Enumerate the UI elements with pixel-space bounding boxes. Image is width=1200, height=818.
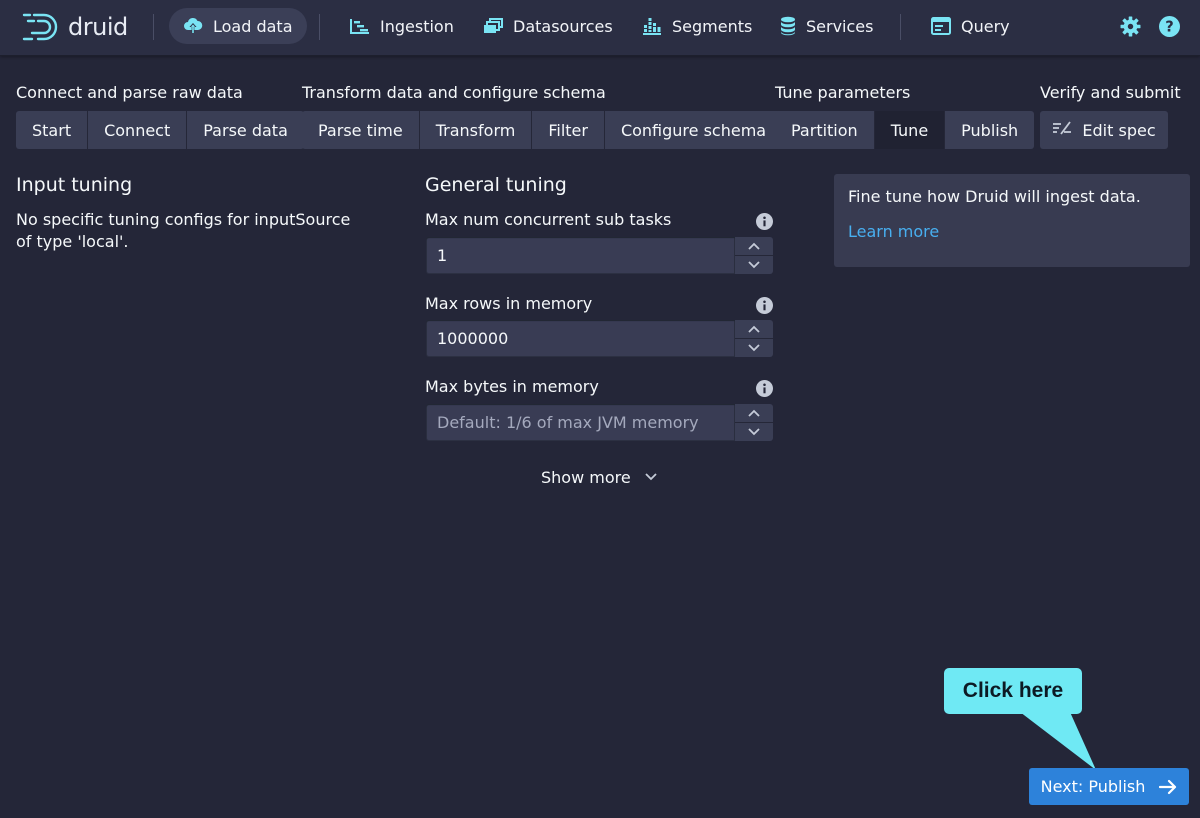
nav-datasources[interactable]: Datasources: [469, 8, 627, 44]
nav-segments-label: Segments: [672, 16, 753, 36]
info-callout: Fine tune how Druid will ingest data. Le…: [834, 174, 1190, 267]
nav-query[interactable]: Query: [917, 8, 1024, 44]
next-publish-button[interactable]: Next: Publish: [1029, 768, 1189, 805]
gear-icon[interactable]: [1120, 16, 1141, 41]
nav-divider: [153, 14, 154, 40]
chevron-up-icon: [748, 325, 760, 333]
gantt-chart-icon: [350, 18, 370, 34]
step-publish-button[interactable]: Publish: [945, 111, 1035, 149]
edit-spec-icon: [1052, 120, 1072, 140]
step-parse-time-button[interactable]: Parse time: [302, 111, 420, 149]
click-here-tooltip: Click here: [944, 668, 1082, 714]
chevron-down-icon: [645, 473, 657, 481]
max-bytes-in-memory-label: Max bytes in memory: [425, 377, 599, 396]
max-rows-in-memory-value[interactable]: 1000000: [426, 320, 735, 357]
step-edit-spec-button[interactable]: Edit spec: [1040, 111, 1168, 149]
multi-select-icon: [483, 18, 503, 34]
decrement-button[interactable]: [735, 423, 773, 441]
cloud-upload-icon: [183, 17, 203, 35]
max-bytes-in-memory-placeholder[interactable]: Default: 1/6 of max JVM memory: [426, 404, 735, 441]
step-parse-data-button[interactable]: Parse data: [187, 111, 304, 149]
step-configure-schema-button[interactable]: Configure schema: [604, 111, 783, 149]
increment-button[interactable]: [735, 320, 773, 339]
callout-text: Fine tune how Druid will ingest data.: [848, 187, 1141, 206]
step-transform-button[interactable]: Transform: [419, 111, 533, 149]
edit-spec-label: Edit spec: [1082, 120, 1156, 140]
step-group-tune: Tune parameters Partition Tune Publish: [775, 83, 1035, 149]
max-rows-in-memory-label: Max rows in memory: [425, 294, 593, 313]
application-icon: [931, 17, 951, 35]
show-more-button[interactable]: Show more: [541, 466, 657, 488]
increment-button[interactable]: [735, 404, 773, 423]
chevron-down-icon: [748, 261, 760, 269]
numeric-stepper: [735, 404, 773, 441]
nav-load-data-label: Load data: [213, 16, 293, 36]
step-connect-button[interactable]: Connect: [88, 111, 188, 149]
step-tune-button[interactable]: Tune: [874, 111, 946, 149]
nav-segments[interactable]: Segments: [628, 8, 766, 44]
tooltip-pointer: [1020, 712, 1096, 770]
step-filter-button[interactable]: Filter: [532, 111, 605, 149]
step-group-verify: Verify and submit Edit spec: [1040, 84, 1181, 149]
top-navbar: druid Load data Ingestion Datasources Se…: [0, 0, 1200, 56]
nav-load-data[interactable]: Load data: [169, 8, 307, 44]
input-tuning-description: No specific tuning configs for inputSour…: [16, 210, 351, 251]
nav-datasources-label: Datasources: [513, 16, 613, 36]
chevron-down-icon: [748, 344, 760, 352]
numeric-stepper: [735, 320, 773, 357]
druid-logo[interactable]: druid: [22, 10, 134, 44]
max-bytes-in-memory-input[interactable]: Default: 1/6 of max JVM memory: [426, 404, 773, 441]
info-icon[interactable]: [756, 380, 773, 397]
nav-services-label: Services: [806, 16, 874, 36]
step-start-button[interactable]: Start: [16, 111, 89, 149]
max-num-concurrent-sub-tasks-value[interactable]: 1: [426, 237, 735, 274]
druid-logo-icon: [22, 13, 58, 41]
arrow-right-icon: [1159, 779, 1177, 794]
max-num-concurrent-sub-tasks-input[interactable]: 1: [426, 237, 773, 274]
logo-text: druid: [68, 13, 128, 41]
decrement-button[interactable]: [735, 256, 773, 274]
show-more-label: Show more: [541, 467, 631, 487]
info-icon[interactable]: [756, 297, 773, 314]
nav-services[interactable]: Services: [766, 8, 887, 44]
nav-divider: [900, 14, 901, 40]
general-tuning-title: General tuning: [425, 174, 567, 196]
nav-query-label: Query: [961, 16, 1010, 36]
stacked-chart-icon: [642, 17, 662, 35]
step-group-label: Tune parameters: [775, 83, 911, 102]
step-group-connect: Connect and parse raw data Start Connect…: [16, 84, 304, 149]
step-group-label: Verify and submit: [1040, 83, 1181, 102]
max-num-concurrent-sub-tasks-label: Max num concurrent sub tasks: [425, 210, 672, 229]
step-group-transform: Transform data and configure schema Pars…: [302, 83, 783, 149]
input-tuning-title: Input tuning: [16, 174, 133, 196]
database-icon: [780, 16, 796, 36]
info-icon[interactable]: [756, 213, 773, 230]
nav-ingestion-label: Ingestion: [380, 16, 454, 36]
help-icon[interactable]: ?: [1159, 16, 1180, 41]
decrement-button[interactable]: [735, 339, 773, 357]
chevron-up-icon: [748, 409, 760, 417]
next-publish-label: Next: Publish: [1040, 777, 1146, 796]
max-rows-in-memory-input[interactable]: 1000000: [426, 320, 773, 357]
step-partition-button[interactable]: Partition: [775, 111, 875, 149]
chevron-up-icon: [748, 242, 760, 250]
nav-ingestion[interactable]: Ingestion: [336, 8, 468, 44]
step-group-label: Transform data and configure schema: [302, 83, 606, 102]
chevron-down-icon: [748, 428, 760, 436]
nav-divider: [319, 14, 320, 40]
learn-more-link[interactable]: Learn more: [848, 222, 939, 241]
step-group-label: Connect and parse raw data: [16, 83, 243, 102]
numeric-stepper: [735, 237, 773, 274]
increment-button[interactable]: [735, 237, 773, 256]
svg-text:?: ?: [1165, 19, 1174, 36]
